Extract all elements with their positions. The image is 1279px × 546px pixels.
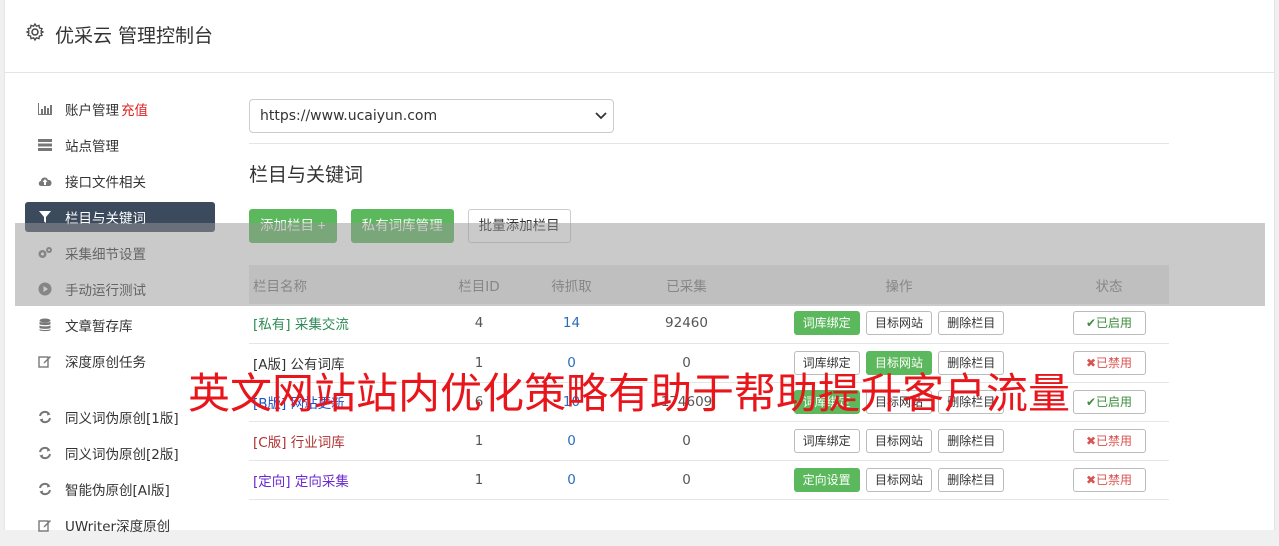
target-site-button[interactable]: 目标网站 (865, 467, 932, 492)
pending-count[interactable]: 14 (519, 304, 624, 343)
table-row: [C版] 行业词库 1 0 0 词库绑定 目标网站 删除栏目 ✖已禁用 (249, 421, 1169, 460)
check-icon: ✔ (1085, 316, 1097, 331)
target-site-button[interactable]: 目标网站 (865, 311, 932, 336)
table-row: [定向] 定向采集 1 0 0 定向设置 目标网站 删除栏目 ✖已禁用 (249, 460, 1169, 499)
column-id: 1 (474, 432, 484, 449)
collected-count: 92460 (665, 315, 708, 332)
sidebar-item-label: 同义词伪原创[1版] (65, 411, 179, 427)
sidebar-divider (25, 382, 215, 402)
site-select-value: https://www.ucaiyun.com (260, 108, 438, 124)
sidebar-item-interface[interactable]: 接口文件相关 (25, 166, 215, 196)
status-cell: ✔已启用 (1049, 304, 1169, 343)
sidebar-item-label: 深度原创任务 (65, 355, 146, 371)
site-select[interactable]: https://www.ucaiyun.com (249, 99, 614, 133)
sidebar-item-label: UWriter深度原创 (65, 519, 171, 535)
sidebar-item-label: 文章暂存库 (65, 319, 133, 335)
sidebar-item-article-store[interactable]: 文章暂存库 (25, 310, 215, 340)
status-label: 已禁用 (1096, 433, 1133, 448)
delete-column-button[interactable]: 删除栏目 (938, 467, 1005, 492)
status-label: 已禁用 (1096, 355, 1133, 370)
cloud-upload-icon (37, 173, 53, 189)
server-icon (37, 137, 53, 153)
check-icon: ✔ (1085, 394, 1097, 409)
lexicon-bind-button[interactable]: 词库绑定 (793, 428, 860, 453)
status-cell: ✖已禁用 (1049, 421, 1169, 460)
refresh-icon (37, 409, 53, 425)
chevron-down-icon (595, 112, 607, 120)
refresh-icon (37, 445, 53, 461)
section-title: 栏目与关键词 (249, 164, 364, 186)
pending-count[interactable]: 0 (519, 421, 624, 460)
directed-settings-button[interactable]: 定向设置 (793, 467, 860, 492)
gray-overlay-band (15, 223, 1265, 306)
sidebar-item-synonym-v2[interactable]: 同义词伪原创[2版] (25, 438, 215, 468)
sidebar-item-sites[interactable]: 站点管理 (25, 130, 215, 160)
edit-icon (37, 517, 53, 533)
pending-count[interactable]: 0 (519, 460, 624, 499)
sidebar-item-account[interactable]: 账户管理 充值 (25, 94, 215, 124)
divider (249, 143, 1169, 144)
sidebar-item-label: 智能伪原创[AI版] (65, 483, 170, 499)
delete-column-button[interactable]: 删除栏目 (938, 311, 1005, 336)
delete-column-button[interactable]: 删除栏目 (938, 428, 1005, 453)
collected-count: 0 (682, 471, 691, 488)
sidebar: 账户管理 充值 站点管理 接口文件相关 栏目与关键词 采集细节设置 手动运行测试… (25, 94, 215, 546)
header: 优采云 管理控制台 (5, 0, 1274, 73)
status-cell: ✖已禁用 (1049, 460, 1169, 499)
column-id: 4 (474, 315, 484, 332)
actions-cell: 词库绑定 目标网站 删除栏目 (749, 421, 1049, 460)
sidebar-item-ai-rewrite[interactable]: 智能伪原创[AI版] (25, 474, 215, 504)
actions-cell: 定向设置 目标网站 删除栏目 (749, 460, 1049, 499)
table-row: [私有] 采集交流 4 14 92460 词库绑定 目标网站 删除栏目 ✔已启用 (249, 304, 1169, 343)
sidebar-item-deep-original[interactable]: 深度原创任务 (25, 346, 215, 376)
status-toggle[interactable]: ✖已禁用 (1072, 350, 1146, 375)
status-toggle[interactable]: ✔已启用 (1072, 389, 1146, 414)
edit-icon (37, 353, 53, 369)
gear-icon (25, 22, 45, 42)
close-icon: ✖ (1085, 355, 1097, 370)
sidebar-item-label: 同义词伪原创[2版] (65, 447, 179, 463)
sidebar-item-label: 账户管理 (65, 103, 119, 119)
status-label: 已启用 (1096, 394, 1133, 409)
status-toggle[interactable]: ✖已禁用 (1072, 428, 1146, 453)
collected-count: 0 (682, 432, 691, 449)
status-toggle[interactable]: ✔已启用 (1072, 311, 1146, 336)
column-name[interactable]: [私有] 采集交流 (249, 304, 439, 343)
status-toggle[interactable]: ✖已禁用 (1072, 467, 1146, 492)
page-title: 优采云 管理控制台 (55, 25, 214, 47)
target-site-button[interactable]: 目标网站 (865, 428, 932, 453)
actions-cell: 词库绑定 目标网站 删除栏目 (749, 304, 1049, 343)
sidebar-item-synonym-v1[interactable]: 同义词伪原创[1版] (25, 402, 215, 432)
column-name[interactable]: [定向] 定向采集 (249, 460, 439, 499)
close-icon: ✖ (1085, 433, 1097, 448)
recharge-link[interactable]: 充值 (121, 99, 148, 119)
sidebar-item-label: 接口文件相关 (65, 175, 146, 191)
sidebar-item-uwriter[interactable]: UWriter深度原创 (25, 510, 215, 540)
database-icon (37, 317, 53, 333)
close-icon: ✖ (1085, 472, 1097, 487)
bar-chart-icon (37, 101, 53, 117)
sidebar-item-label: 站点管理 (65, 139, 119, 155)
column-name[interactable]: [C版] 行业词库 (249, 421, 439, 460)
column-id: 1 (474, 471, 484, 488)
status-label: 已禁用 (1096, 472, 1133, 487)
refresh-icon (37, 481, 53, 497)
watermark-caption: 英文网站站内优化策略有助于帮助提升客户流量 (188, 369, 1071, 418)
lexicon-bind-button[interactable]: 词库绑定 (793, 311, 860, 336)
status-label: 已启用 (1096, 316, 1133, 331)
